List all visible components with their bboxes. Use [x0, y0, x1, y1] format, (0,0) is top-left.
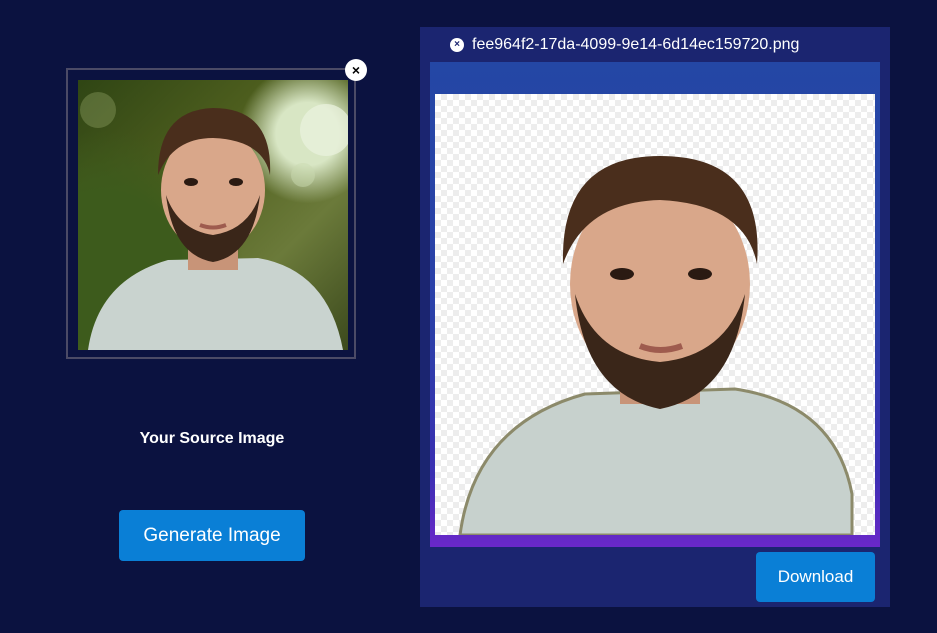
result-panel: × fee964f2-17da-4099-9e14-6d14ec159720.p…: [420, 27, 890, 607]
close-icon[interactable]: ×: [345, 59, 367, 81]
result-image: [435, 94, 875, 535]
file-header: × fee964f2-17da-4099-9e14-6d14ec159720.p…: [450, 35, 799, 55]
source-image: [78, 80, 348, 350]
close-icon[interactable]: ×: [450, 38, 464, 52]
generate-image-button[interactable]: Generate Image: [119, 510, 305, 561]
file-name: fee964f2-17da-4099-9e14-6d14ec159720.png: [472, 36, 800, 53]
download-button[interactable]: Download: [756, 552, 875, 602]
result-preview-area: [430, 62, 880, 547]
result-portrait-illustration: [458, 156, 854, 535]
source-image-label: Your Source Image: [139, 430, 285, 447]
source-image-frame: [66, 68, 356, 359]
source-portrait-illustration: [80, 92, 348, 350]
